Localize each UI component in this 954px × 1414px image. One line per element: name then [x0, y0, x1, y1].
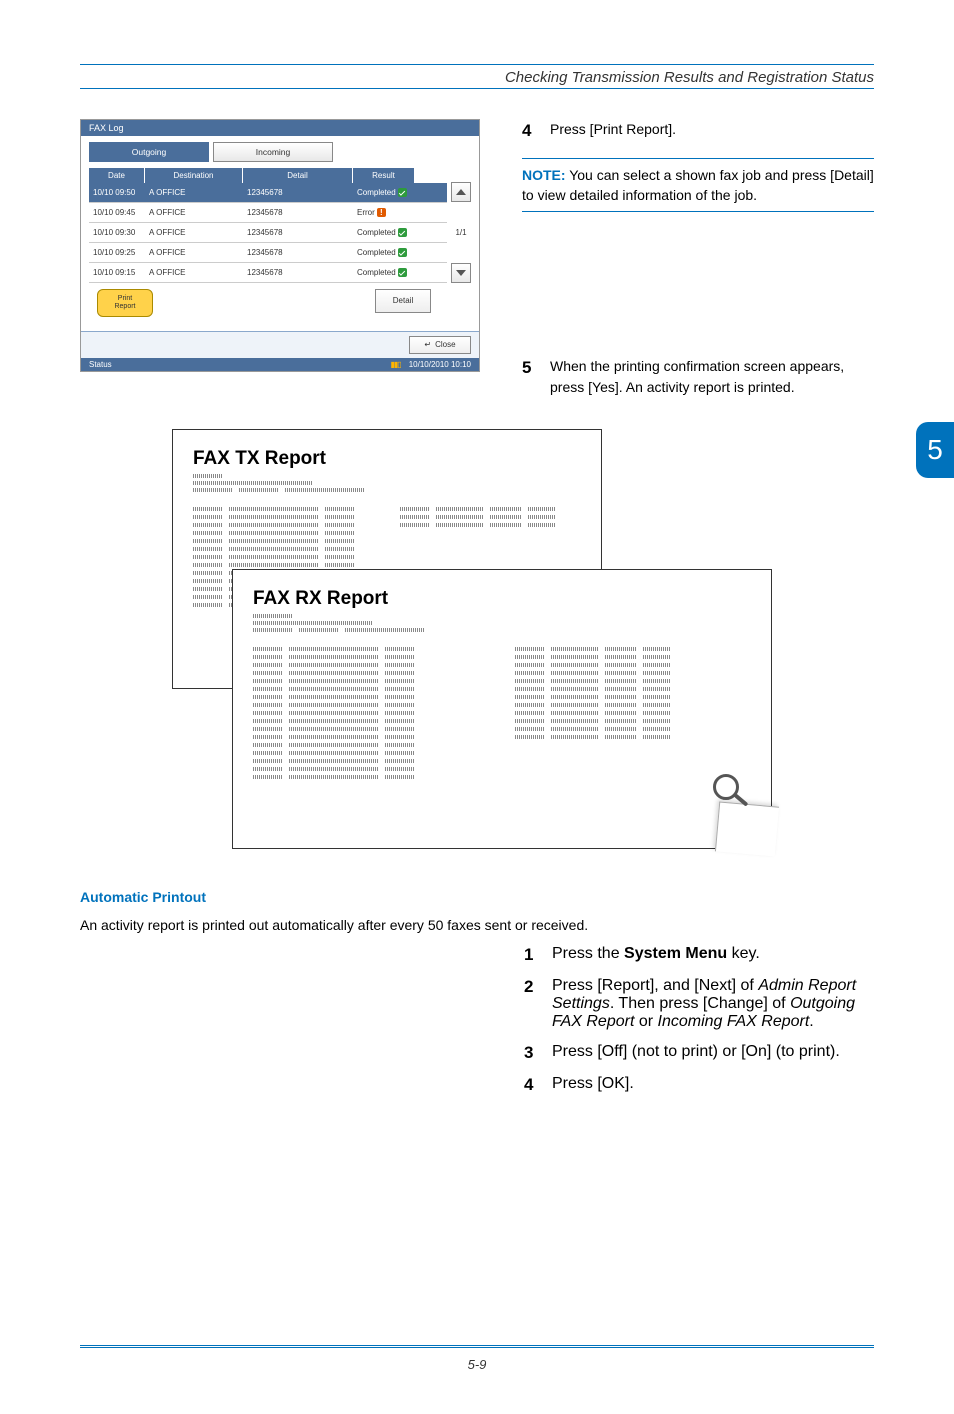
ok-icon: [398, 248, 407, 257]
col-detail: Detail: [243, 168, 353, 183]
scroll-up-button[interactable]: [451, 182, 471, 202]
step-number: 4: [524, 1075, 538, 1095]
note-text: You can select a shown fax job and press…: [522, 167, 874, 203]
table-row[interactable]: 10/10 09:50A OFFICE12345678Completed: [89, 183, 447, 203]
chapter-tab: 5: [916, 422, 954, 478]
table-row[interactable]: 10/10 09:45A OFFICE12345678Error !: [89, 203, 447, 223]
fax-log-panel: FAX Log Outgoing Incoming Date Destinati…: [80, 119, 480, 372]
reports-illustration: FAX TX Report FAX RX Report: [172, 429, 782, 859]
step-number: 3: [524, 1043, 538, 1063]
fax-rx-report: FAX RX Report: [232, 569, 772, 849]
error-icon: !: [377, 208, 386, 217]
step-number: 2: [524, 977, 538, 1031]
table-row[interactable]: 10/10 09:30A OFFICE12345678Completed: [89, 223, 447, 243]
col-date: Date: [89, 168, 145, 183]
status-label: Status: [89, 360, 112, 369]
col-result: Result: [353, 168, 415, 183]
note-label: NOTE:: [522, 167, 566, 183]
ok-icon: [398, 268, 407, 277]
note-box: NOTE: You can select a shown fax job and…: [522, 158, 874, 213]
tab-outgoing[interactable]: Outgoing: [89, 142, 209, 162]
step-number: 4: [522, 119, 536, 144]
page-header: Checking Transmission Results and Regist…: [80, 65, 874, 89]
report-title: FAX TX Report: [193, 448, 581, 470]
step-number: 5: [522, 356, 536, 397]
step-text: Press [Print Report].: [550, 119, 874, 144]
step-number: 1: [524, 945, 538, 965]
enter-icon: ↵: [424, 341, 431, 350]
chevron-down-icon: [456, 270, 466, 276]
status-timestamp: 10/10/2010 10:10: [409, 360, 471, 369]
tab-incoming[interactable]: Incoming: [213, 142, 333, 162]
section-intro: An activity report is printed out automa…: [80, 917, 874, 933]
close-label: Close: [435, 341, 455, 350]
step-text: Press [Off] (not to print) or [On] (to p…: [552, 1043, 874, 1063]
ok-icon: [398, 188, 407, 197]
step-text: Press [OK].: [552, 1075, 874, 1095]
detail-button[interactable]: Detail: [375, 289, 431, 313]
scroll-down-button[interactable]: [451, 263, 471, 283]
step-text: Press the System Menu key.: [552, 945, 874, 965]
page-number: 5-9: [0, 1357, 954, 1372]
magnifier-icon: [711, 772, 751, 812]
footer-rule: [80, 1345, 874, 1348]
page-indicator: 1/1: [451, 202, 471, 263]
ok-icon: [398, 228, 407, 237]
fax-log-title: FAX Log: [81, 120, 479, 136]
section-heading: Automatic Printout: [80, 889, 874, 905]
col-destination: Destination: [145, 168, 243, 183]
step-text: When the printing confirmation screen ap…: [550, 356, 874, 397]
chevron-up-icon: [456, 189, 466, 195]
step-text: Press [Report], and [Next] of Admin Repo…: [552, 977, 874, 1031]
print-report-button[interactable]: Print Report: [97, 289, 153, 317]
table-row[interactable]: 10/10 09:15A OFFICE12345678Completed: [89, 263, 447, 283]
report-title: FAX RX Report: [253, 588, 751, 610]
close-button[interactable]: ↵ Close: [409, 336, 471, 354]
copies-icon: ▮▮▯: [391, 360, 401, 369]
table-row[interactable]: 10/10 09:25A OFFICE12345678Completed: [89, 243, 447, 263]
